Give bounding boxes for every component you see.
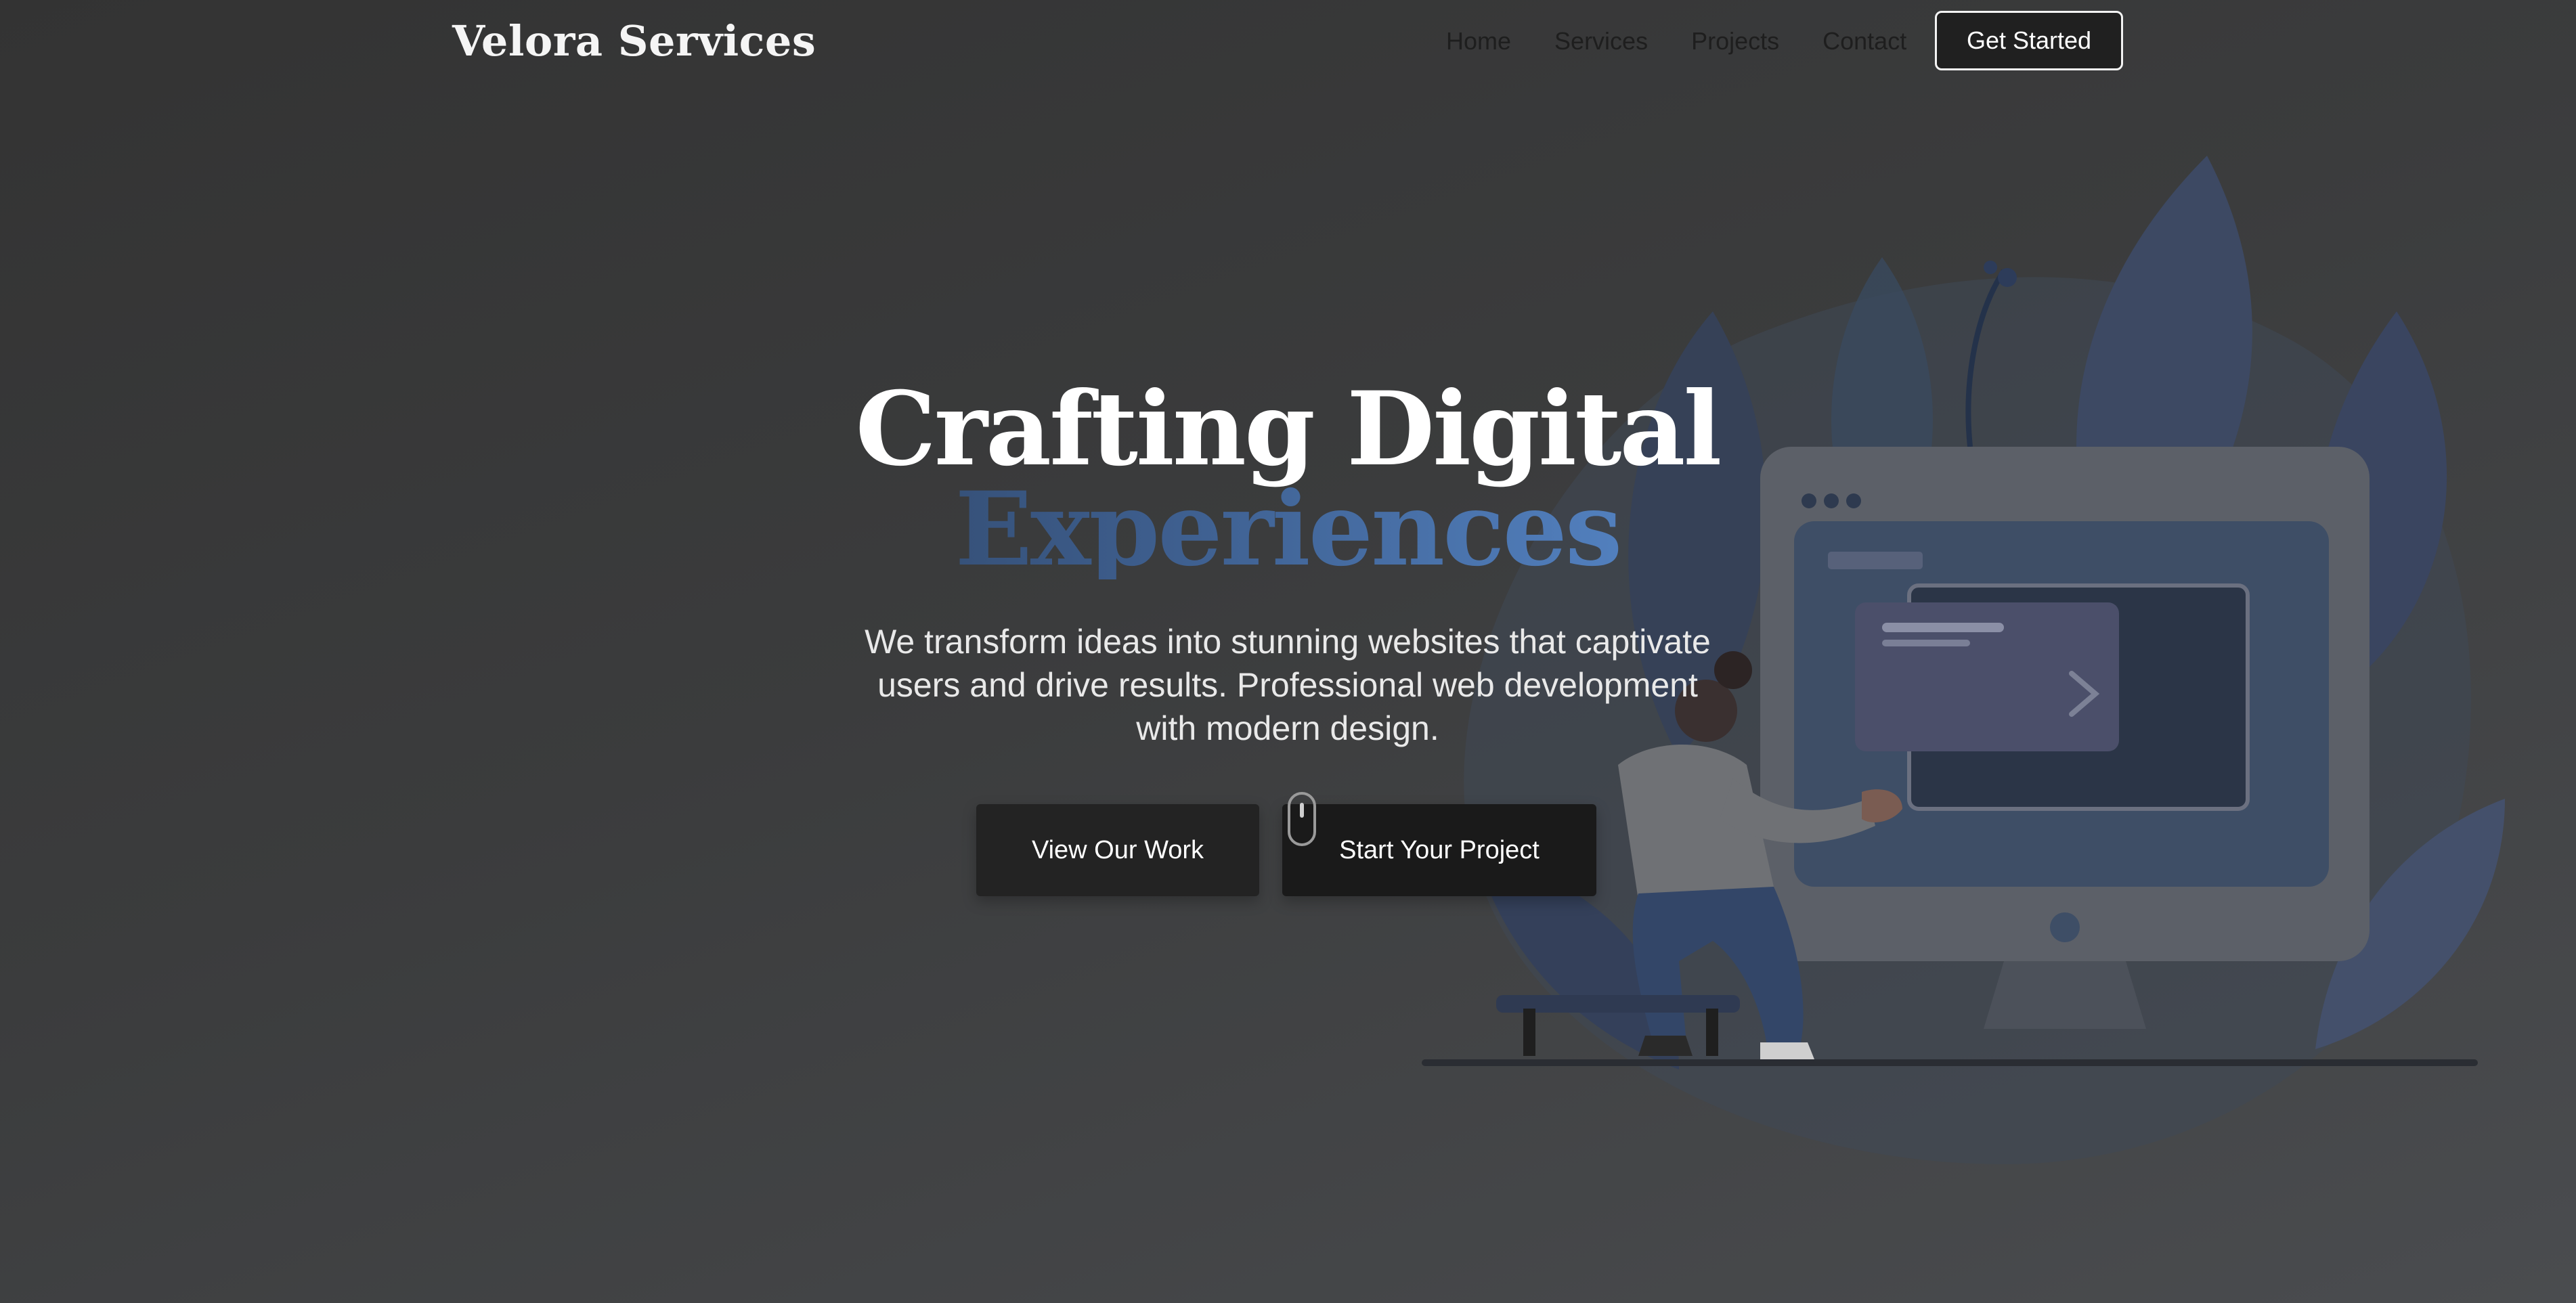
start-your-project-button[interactable]: Start Your Project — [1282, 804, 1596, 896]
hero-title-line1: Crafting Digital — [855, 370, 1722, 489]
hero-title-accent: Experiences — [746, 479, 1829, 580]
main-nav: Home Services Projects Contact — [1446, 26, 1906, 57]
hero-subtitle: We transform ideas into stunning website… — [865, 623, 1711, 747]
get-started-button[interactable]: Get Started — [1935, 11, 2123, 70]
nav-contact[interactable]: Contact — [1822, 26, 1906, 57]
person-shoe — [1638, 1036, 1693, 1056]
view-our-work-button[interactable]: View Our Work — [976, 804, 1259, 896]
brand-logo[interactable]: Velora Services — [452, 14, 816, 69]
site-header: Velora Services Home Services Projects C… — [0, 0, 2576, 83]
hero-title: Crafting Digital Experiences — [746, 370, 1829, 580]
page: Velora Services Home Services Projects C… — [0, 0, 2576, 1303]
mouse-scroll-wheel — [1300, 803, 1304, 818]
person-shoe — [1760, 1042, 1814, 1059]
plant-berry — [1998, 268, 2017, 287]
plant-berry — [1984, 261, 1997, 274]
hero-section: Crafting Digital Experiences We transfor… — [746, 370, 1829, 750]
monitor-stand — [1984, 961, 2146, 1029]
monitor-dot — [1846, 493, 1861, 508]
mouse-scroll-icon — [1288, 792, 1316, 846]
monitor-button — [2050, 912, 2080, 942]
screen-label — [1828, 552, 1923, 569]
screen-card-line — [1882, 623, 2004, 632]
nav-services[interactable]: Services — [1554, 26, 1648, 57]
stool-leg — [1523, 1009, 1535, 1056]
nav-projects[interactable]: Projects — [1691, 26, 1779, 57]
stool-leg — [1706, 1009, 1718, 1056]
floor-line — [1422, 1059, 2478, 1066]
screen-card-line — [1882, 640, 1970, 646]
nav-home[interactable]: Home — [1446, 26, 1511, 57]
